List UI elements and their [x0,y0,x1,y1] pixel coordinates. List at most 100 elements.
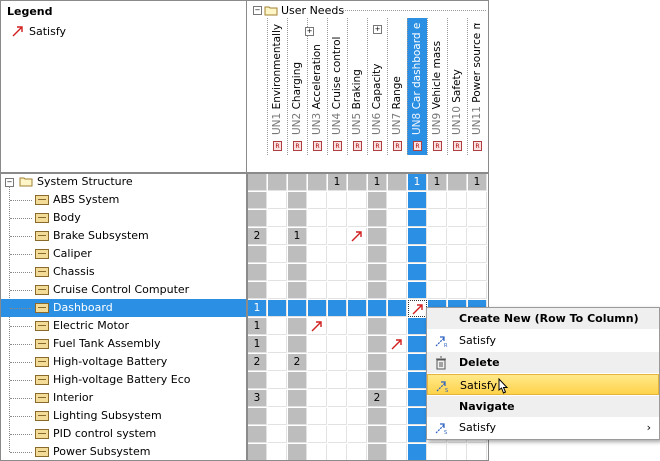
matrix-cell[interactable] [388,300,407,317]
column-header-un4[interactable]: UN4 Cruise control R [327,18,347,155]
matrix-cell[interactable] [288,426,307,443]
matrix-cell[interactable] [268,264,287,281]
matrix-cell[interactable] [388,282,407,299]
matrix-cell[interactable] [248,210,267,227]
matrix-cell[interactable] [268,210,287,227]
column-header-un1[interactable]: UN1 Environmentally Friendl R [267,18,287,155]
matrix-cell[interactable] [388,408,407,425]
matrix-cell[interactable] [288,192,307,209]
column-header-un8[interactable]: UN8 Car dashboard ergono R [407,18,427,155]
matrix-cell[interactable] [308,174,327,191]
matrix-cell[interactable] [248,174,267,191]
matrix-cell[interactable] [368,336,387,353]
matrix-cell[interactable] [368,354,387,371]
tree-row-brake-subsystem[interactable]: Brake Subsystem [0,227,247,245]
column-header-un2[interactable]: UN2 Charging R [287,18,307,155]
matrix-cell[interactable] [408,228,427,245]
matrix-cell[interactable] [408,372,427,389]
matrix-cell[interactable] [268,174,287,191]
matrix-cell[interactable] [368,426,387,443]
matrix-cell[interactable] [288,210,307,227]
matrix-cell[interactable] [428,264,447,281]
matrix-cell[interactable] [328,408,347,425]
column-header-un11[interactable]: UN11 Power source manage R [467,18,487,155]
matrix-cell[interactable] [388,426,407,443]
matrix-cell[interactable] [388,246,407,263]
matrix-cell[interactable] [368,444,387,461]
matrix-cell[interactable]: 1 [248,336,267,353]
matrix-cell[interactable] [368,228,387,245]
column-header-un9[interactable]: UN9 Vehicle mass R [427,18,447,155]
matrix-cell[interactable] [328,444,347,461]
matrix-cell[interactable]: 2 [248,228,267,245]
matrix-cell[interactable] [268,426,287,443]
matrix-cell[interactable] [268,354,287,371]
matrix-cell[interactable] [448,210,467,227]
matrix-cell[interactable] [308,444,327,461]
matrix-cell[interactable] [248,444,267,461]
matrix-cell[interactable] [408,408,427,425]
matrix-cell[interactable] [308,282,327,299]
matrix-cell[interactable] [348,354,367,371]
matrix-cell[interactable] [368,318,387,335]
matrix-cell[interactable] [308,210,327,227]
tree-row-abs-system[interactable]: ABS System [0,191,247,209]
matrix-cell[interactable] [328,318,347,335]
matrix-cell[interactable] [368,408,387,425]
matrix-cell[interactable] [288,282,307,299]
column-header-un7[interactable]: UN7 Range R [387,18,407,155]
matrix-cell[interactable] [388,354,407,371]
satisfy-arrow-icon[interactable] [390,337,404,351]
matrix-cell[interactable] [248,426,267,443]
tree-row-fuel-tank-assembly[interactable]: Fuel Tank Assembly [0,335,247,353]
matrix-cell[interactable] [328,390,347,407]
matrix-cell[interactable] [468,228,487,245]
matrix-cell[interactable] [408,336,427,353]
tree-row-interior[interactable]: Interior [0,389,247,407]
matrix-cell[interactable] [368,210,387,227]
matrix-cell[interactable] [348,444,367,461]
matrix-cell[interactable]: 1 [368,174,387,191]
matrix-cell[interactable] [328,264,347,281]
matrix-cell[interactable] [288,444,307,461]
matrix-cell[interactable] [468,246,487,263]
matrix-cell[interactable] [428,246,447,263]
matrix-cell[interactable] [348,264,367,281]
matrix-cell[interactable] [388,210,407,227]
matrix-cell[interactable] [268,372,287,389]
matrix-cell[interactable] [308,246,327,263]
matrix-cell[interactable] [308,228,327,245]
matrix-cell[interactable] [468,192,487,209]
matrix-cell[interactable] [348,282,367,299]
matrix-cell[interactable] [328,372,347,389]
matrix-cell[interactable] [348,336,367,353]
matrix-cell[interactable] [468,210,487,227]
satisfy-arrow-icon[interactable] [310,319,324,333]
matrix-cell[interactable] [428,192,447,209]
expand-icon[interactable]: + [373,25,382,34]
matrix-cell[interactable] [268,336,287,353]
menu-navigate-satisfy[interactable]: S Satisfy › [427,417,659,438]
matrix-cell[interactable] [408,192,427,209]
matrix-cell[interactable]: 1 [328,174,347,191]
matrix-cell[interactable] [408,264,427,281]
matrix-cell[interactable] [248,192,267,209]
matrix-cell[interactable] [368,372,387,389]
matrix-cell[interactable] [308,264,327,281]
column-header-un3[interactable]: UN3 Acceleration R [307,18,327,155]
matrix-cell[interactable] [348,246,367,263]
matrix-cell[interactable] [308,372,327,389]
matrix-cell[interactable] [328,354,347,371]
matrix-cell[interactable] [348,408,367,425]
tree-row-chassis[interactable]: Chassis [0,263,247,281]
tree-row-cruise-control-computer[interactable]: Cruise Control Computer [0,281,247,299]
matrix-cell[interactable] [308,336,327,353]
column-header-un5[interactable]: UN5 Braking R [347,18,367,155]
matrix-cell[interactable] [248,408,267,425]
satisfy-arrow-icon[interactable] [350,229,364,243]
matrix-cell[interactable] [408,354,427,371]
tree-row-electric-motor[interactable]: Electric Motor [0,317,247,335]
matrix-cell[interactable] [408,282,427,299]
matrix-cell[interactable] [268,408,287,425]
matrix-cell[interactable] [368,192,387,209]
